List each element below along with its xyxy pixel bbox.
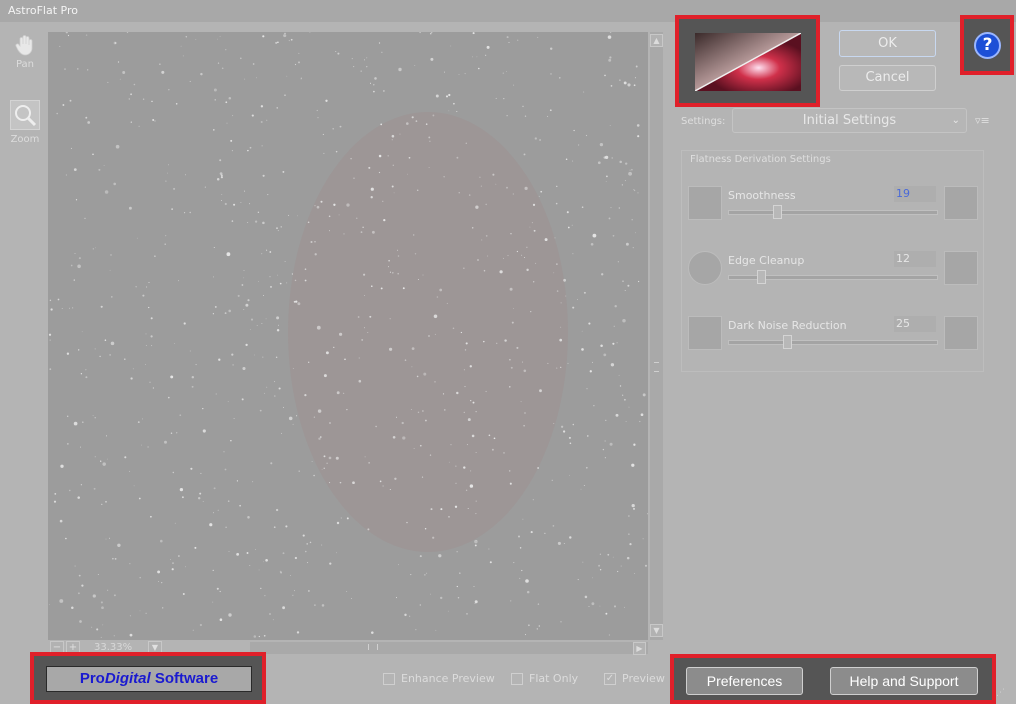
pan-label: Pan [15,59,35,70]
title-bar: AstroFlat Pro [0,0,1016,22]
help-icon[interactable]: ? [974,32,1001,59]
flat-only-checkbox[interactable]: Flat Only [511,672,578,685]
vertical-scrollbar[interactable]: ▲ ▼ [650,32,663,640]
enhance-preview-checkbox[interactable]: Enhance Preview [383,672,495,685]
brand-part-pro: Pro [79,670,105,687]
zoom-label: Zoom [10,134,40,145]
magnifier-icon [10,100,40,130]
resize-grip-icon[interactable]: ⋰ [996,688,1008,700]
smoothness-value-field[interactable]: 19 [894,186,936,202]
checkbox-box [511,673,523,685]
dark-noise-preview-icon [688,316,722,350]
smoothness-preview-icon [688,186,722,220]
scroll-grip-icon [654,362,659,372]
dark-noise-slider-knob[interactable] [783,335,792,349]
edge-cleanup-value-field[interactable]: 12 [894,251,936,267]
scroll-up-icon[interactable]: ▲ [650,34,663,47]
settings-label: Settings: [681,116,726,127]
zoom-tool[interactable]: Zoom [6,100,44,145]
group-title: Flatness Derivation Settings [690,154,831,165]
ok-button[interactable]: OK [839,30,936,57]
settings-dropdown[interactable]: Initial Settings ⌄ [732,108,967,133]
cancel-button[interactable]: Cancel [839,65,936,91]
hand-icon [15,35,33,56]
dark-noise-value-field[interactable]: 25 [894,316,936,332]
flatness-settings-group: Flatness Derivation Settings Smoothness … [681,150,984,372]
settings-menu-icon[interactable]: ▿≡ [975,114,999,128]
prodigital-software-logo[interactable]: ProDigital Software [46,666,252,692]
edge-cleanup-slider[interactable] [728,270,938,284]
bottom-buttons-highlight: Preferences Help and Support [670,654,996,704]
edge-cleanup-label: Edge Cleanup [728,254,805,267]
scroll-down-icon[interactable]: ▼ [650,624,663,637]
window-title: AstroFlat Pro [8,4,78,17]
before-after-thumbnail[interactable] [675,15,820,107]
brand-part-digital: Digital [104,670,151,687]
preview-checkbox[interactable]: ✓ Preview [604,672,665,685]
horizontal-scrollbar[interactable]: ▶ [250,642,648,655]
before-after-preview-image [695,33,801,91]
pan-tool[interactable]: Pan [6,34,44,70]
scroll-right-icon[interactable]: ▶ [633,642,646,655]
preview-label: Preview [622,672,665,685]
edge-cleanup-slider-knob[interactable] [757,270,766,284]
dark-noise-label: Dark Noise Reduction [728,319,847,332]
flat-only-label: Flat Only [529,672,579,685]
help-and-support-button[interactable]: Help and Support [830,667,978,695]
checkmark-icon: ✓ [604,673,616,685]
dark-noise-slider[interactable] [728,335,938,349]
brand-logo-highlight: ProDigital Software [30,652,266,704]
hscroll-grip-icon [368,644,378,650]
settings-selected-value: Initial Settings [802,113,897,128]
smoothness-result-icon [944,186,978,220]
smoothness-slider[interactable] [728,205,938,219]
smoothness-slider-row: Smoothness 19 [682,186,985,226]
brand-part-software: Software [150,670,219,687]
chevron-down-icon: ⌄ [951,115,960,126]
enhance-preview-label: Enhance Preview [401,672,495,685]
checkbox-box [383,673,395,685]
starfield-image [48,32,648,638]
help-button-highlight: ? [960,15,1014,75]
dark-noise-result-icon [944,316,978,350]
preferences-button[interactable]: Preferences [686,667,803,695]
settings-row: Settings: Initial Settings ⌄ ▿≡ [681,108,1001,134]
smoothness-slider-knob[interactable] [773,205,782,219]
image-preview-canvas[interactable] [48,32,648,640]
edge-cleanup-result-icon [944,251,978,285]
edge-cleanup-preview-icon [688,251,722,285]
edge-cleanup-slider-row: Edge Cleanup 12 [682,251,985,291]
tool-panel: Pan Zoom [0,24,48,684]
dark-noise-slider-row: Dark Noise Reduction 25 [682,316,985,356]
smoothness-label: Smoothness [728,189,796,202]
